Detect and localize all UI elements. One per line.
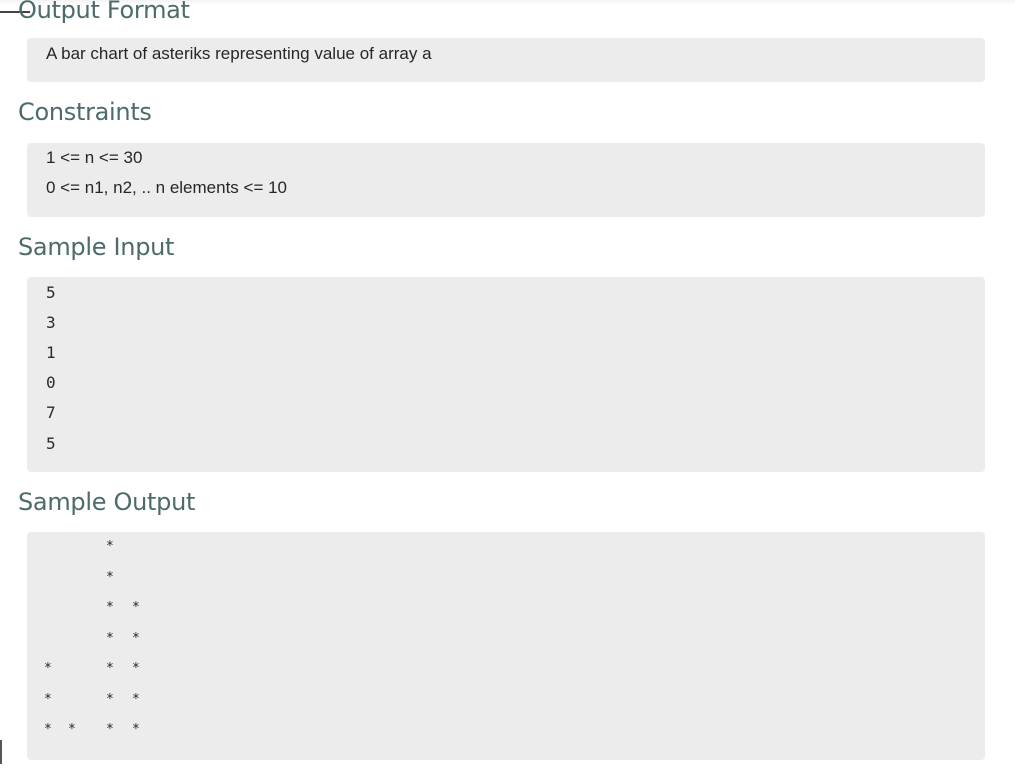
output-asterisk: * xyxy=(106,569,114,585)
sample-output-box: * * * * * * * * * * * * * * * * xyxy=(27,532,985,760)
constraint-line: 0 <= n1, n2, .. n elements <= 10 xyxy=(46,178,288,197)
output-format-box: A bar chart of asteriks representing val… xyxy=(27,38,985,82)
output-asterisk: * xyxy=(132,722,140,737)
output-asterisk: * xyxy=(68,722,76,737)
text-cursor xyxy=(0,740,2,764)
output-format-heading: Output Format xyxy=(18,0,190,24)
output-asterisk: * xyxy=(106,722,114,737)
output-asterisk: * xyxy=(106,691,114,707)
sample-input-heading: Sample Input xyxy=(18,233,175,261)
output-asterisk: * xyxy=(106,630,114,646)
output-asterisk: * xyxy=(106,539,114,554)
output-asterisk: * xyxy=(44,661,52,676)
constraints-box: 1 <= n <= 30 0 <= n1, n2, .. n elements … xyxy=(27,143,985,217)
constraint-line: 1 <= n <= 30 xyxy=(46,148,143,167)
output-asterisk: * xyxy=(106,661,114,676)
output-asterisk: * xyxy=(132,630,140,646)
output-asterisk: * xyxy=(44,691,52,707)
sample-input-line: 7 xyxy=(46,403,56,422)
sample-input-line: 3 xyxy=(46,313,56,332)
output-asterisk: * xyxy=(44,722,52,737)
sample-input-line: 1 xyxy=(46,343,56,362)
output-format-text: A bar chart of asteriks representing val… xyxy=(46,44,432,63)
sample-input-line: 0 xyxy=(46,373,56,392)
output-asterisk: * xyxy=(132,691,140,707)
constraints-heading: Constraints xyxy=(18,98,152,126)
output-asterisk: * xyxy=(106,600,114,615)
output-asterisk: * xyxy=(132,600,140,615)
sample-input-line: 5 xyxy=(46,434,56,453)
sample-input-line: 5 xyxy=(46,283,56,302)
sample-output-heading: Sample Output xyxy=(18,488,196,516)
sample-input-box: 5 3 1 0 7 5 xyxy=(27,277,985,472)
output-asterisk: * xyxy=(132,661,140,676)
